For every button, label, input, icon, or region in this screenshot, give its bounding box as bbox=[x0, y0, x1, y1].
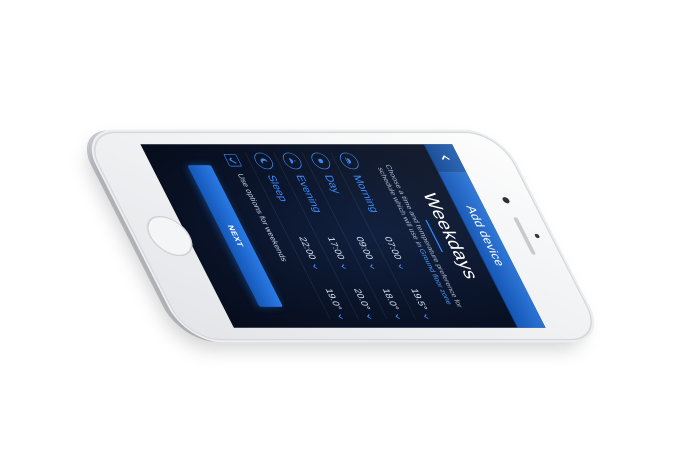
time-value-day: 09:00 bbox=[354, 236, 377, 260]
sun-icon bbox=[308, 152, 334, 170]
temp-value-day: 18.0° bbox=[380, 288, 402, 310]
sunrise-icon bbox=[336, 152, 362, 170]
time-value-morning: 07:00 bbox=[382, 236, 405, 260]
time-value-sleep: 22:00 bbox=[297, 236, 320, 260]
weekend-options-checkbox[interactable] bbox=[223, 153, 243, 167]
phone: Add device Weekdays Choose a time and te… bbox=[73, 130, 607, 342]
temp-value-sleep: 19.0° bbox=[323, 288, 345, 310]
time-value-evening: 17:00 bbox=[325, 236, 348, 260]
sunset-icon bbox=[279, 152, 305, 170]
chevron-down-icon bbox=[424, 314, 432, 320]
checkmark-icon bbox=[229, 157, 237, 164]
moon-icon bbox=[251, 152, 277, 170]
chevron-left-icon bbox=[441, 155, 450, 161]
temp-value-evening: 20.0° bbox=[351, 288, 374, 310]
chevron-down-icon bbox=[395, 314, 404, 320]
product-mockup: Add device Weekdays Choose a time and te… bbox=[0, 0, 686, 462]
temp-value-morning: 19.5° bbox=[409, 288, 431, 310]
chevron-down-icon bbox=[338, 314, 347, 320]
chevron-down-icon bbox=[366, 314, 375, 320]
